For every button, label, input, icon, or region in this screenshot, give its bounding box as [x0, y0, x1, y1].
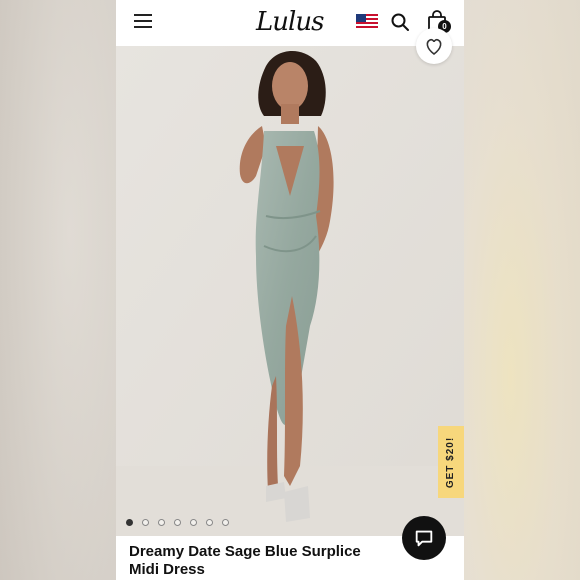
us-flag-icon[interactable]	[356, 14, 378, 30]
image-carousel-indicators	[126, 519, 229, 526]
chat-bubble-icon	[415, 530, 433, 547]
carousel-dot[interactable]	[126, 519, 133, 526]
product-photo[interactable]	[116, 46, 464, 536]
wishlist-button[interactable]	[416, 28, 452, 64]
carousel-dot[interactable]	[190, 519, 197, 526]
brand-logo[interactable]: Lulus	[256, 5, 328, 39]
carousel-dot[interactable]	[222, 519, 229, 526]
hamburger-menu-icon[interactable]	[134, 14, 152, 28]
background-blur-left	[0, 0, 116, 580]
mobile-screen: Lulus 0 GET $20! Dreamy Date Sage Blue S…	[116, 0, 464, 580]
search-icon[interactable]	[390, 12, 410, 32]
background-blur-right	[464, 0, 580, 580]
carousel-dot[interactable]	[142, 519, 149, 526]
chat-button[interactable]	[402, 516, 446, 560]
carousel-dot[interactable]	[158, 519, 165, 526]
heart-icon	[426, 38, 442, 56]
promo-tab[interactable]: GET $20!	[438, 426, 464, 498]
product-title: Dreamy Date Sage Blue Surplice Midi Dres…	[129, 543, 361, 578]
top-header: Lulus 0	[116, 0, 464, 46]
promo-label: GET $20!	[445, 436, 457, 488]
carousel-dot[interactable]	[206, 519, 213, 526]
carousel-dot[interactable]	[174, 519, 181, 526]
